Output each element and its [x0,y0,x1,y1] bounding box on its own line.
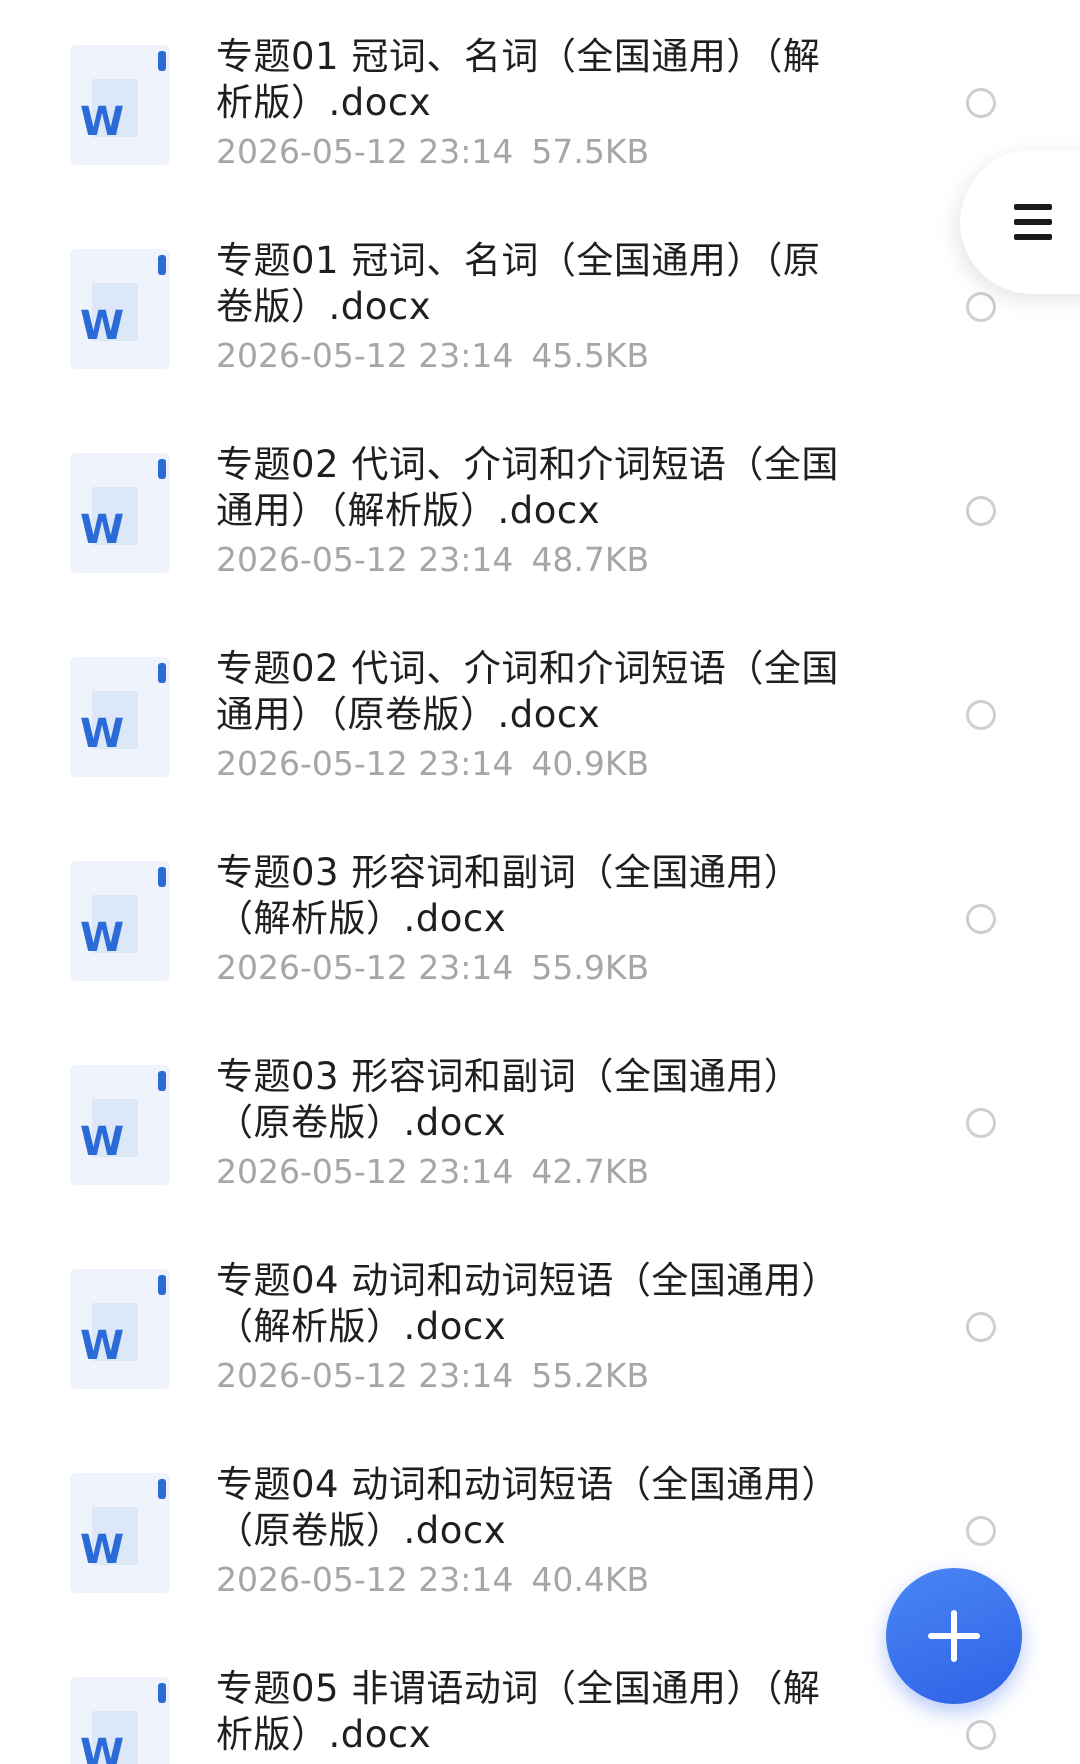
file-name: 专题02 代词、介词和介词短语（全国通用）（解析版）.docx [216,443,839,532]
file-name: 专题01 冠词、名词（全国通用）（原卷版）.docx [216,239,821,328]
file-meta: 2026-05-12 23:14 48.7KB [216,540,649,580]
select-radio[interactable] [966,1516,996,1546]
file-size: 55.2KB [531,1356,650,1395]
svg-text:W: W [80,1731,124,1764]
svg-text:W: W [80,1119,124,1165]
file-date: 2026-05-12 23:14 [216,132,514,171]
file-name: 专题05 非谓语动词（全国通用）（解析版）.docx [216,1667,821,1756]
word-doc-icon: W [70,45,170,165]
file-name: 专题04 动词和动词短语（全国通用）（解析版）.docx [216,1259,839,1348]
file-name: 专题04 动词和动词短语（全国通用）（原卷版）.docx [216,1463,839,1552]
file-date: 2026-05-12 23:14 [216,1356,514,1395]
select-radio[interactable] [966,904,996,934]
file-date: 2026-05-12 23:14 [216,336,514,375]
svg-text:W: W [80,507,124,553]
file-list-item[interactable]: W 专题02 代词、介词和介词短语（全国通用）（原卷版）.docx 2026-0… [0,612,1080,816]
svg-text:W: W [80,711,124,757]
svg-text:W: W [80,1527,124,1573]
file-browser-screen: W 专题01 冠词、名词（全国通用）（解析版）.docx 2026-05-12 … [0,0,1080,1764]
file-meta: 2026-05-12 23:14 55.2KB [216,1356,649,1396]
file-size: 57.5KB [531,132,650,171]
file-name: 专题03 形容词和副词（全国通用）（原卷版）.docx [216,1055,802,1144]
select-radio[interactable] [966,1108,996,1138]
add-file-button[interactable] [886,1568,1022,1704]
file-size: 42.7KB [531,1152,650,1191]
file-list-item[interactable]: W 专题03 形容词和副词（全国通用）（原卷版）.docx 2026-05-12… [0,1020,1080,1224]
file-list-item[interactable]: W 专题03 形容词和副词（全国通用）（解析版）.docx 2026-05-12… [0,816,1080,1020]
file-size: 40.4KB [531,1560,650,1599]
word-doc-icon: W [70,861,170,981]
plus-icon [928,1610,980,1662]
svg-text:W: W [80,915,124,961]
file-list-item[interactable]: W 专题01 冠词、名词（全国通用）（解析版）.docx 2026-05-12 … [0,0,1080,204]
file-size: 55.9KB [531,948,650,987]
svg-text:W: W [80,1323,124,1369]
word-doc-icon: W [70,1065,170,1185]
file-meta: 2026-05-12 23:14 55.9KB [216,948,649,988]
file-list-item[interactable]: W 专题01 冠词、名词（全国通用）（原卷版）.docx 2026-05-12 … [0,204,1080,408]
file-name: 专题01 冠词、名词（全国通用）（解析版）.docx [216,35,821,124]
select-radio[interactable] [966,292,996,322]
file-date: 2026-05-12 23:14 [216,1560,514,1599]
select-radio[interactable] [966,700,996,730]
file-list-item[interactable]: W 专题04 动词和动词短语（全国通用）（解析版）.docx 2026-05-1… [0,1224,1080,1428]
file-name: 专题03 形容词和副词（全国通用）（解析版）.docx [216,851,802,940]
file-date: 2026-05-12 23:14 [216,744,514,783]
file-meta: 2026-05-12 23:14 40.9KB [216,744,649,784]
file-meta: 2026-05-12 23:14 45.5KB [216,336,649,376]
file-list-item[interactable]: W 专题02 代词、介词和介词短语（全国通用）（解析版）.docx 2026-0… [0,408,1080,612]
file-name: 专题02 代词、介词和介词短语（全国通用）（原卷版）.docx [216,647,839,736]
file-size: 48.7KB [531,540,650,579]
file-date: 2026-05-12 23:14 [216,948,514,987]
svg-text:W: W [80,99,124,145]
word-doc-icon: W [70,1269,170,1389]
select-radio[interactable] [966,1720,996,1750]
file-meta: 2026-05-12 23:14 40.4KB [216,1560,649,1600]
file-size: 45.5KB [531,336,650,375]
file-date: 2026-05-12 23:14 [216,1152,514,1191]
select-radio[interactable] [966,1312,996,1342]
word-doc-icon: W [70,453,170,573]
word-doc-icon: W [70,1473,170,1593]
select-radio[interactable] [966,496,996,526]
file-meta: 2026-05-12 23:14 42.7KB [216,1152,649,1192]
svg-text:W: W [80,303,124,349]
word-doc-icon: W [70,249,170,369]
file-size: 40.9KB [531,744,650,783]
select-radio[interactable] [966,88,996,118]
word-doc-icon: W [70,1677,170,1764]
word-doc-icon: W [70,657,170,777]
hamburger-menu-icon[interactable] [1014,204,1052,240]
file-date: 2026-05-12 23:14 [216,540,514,579]
file-meta: 2026-05-12 23:14 57.5KB [216,132,649,172]
